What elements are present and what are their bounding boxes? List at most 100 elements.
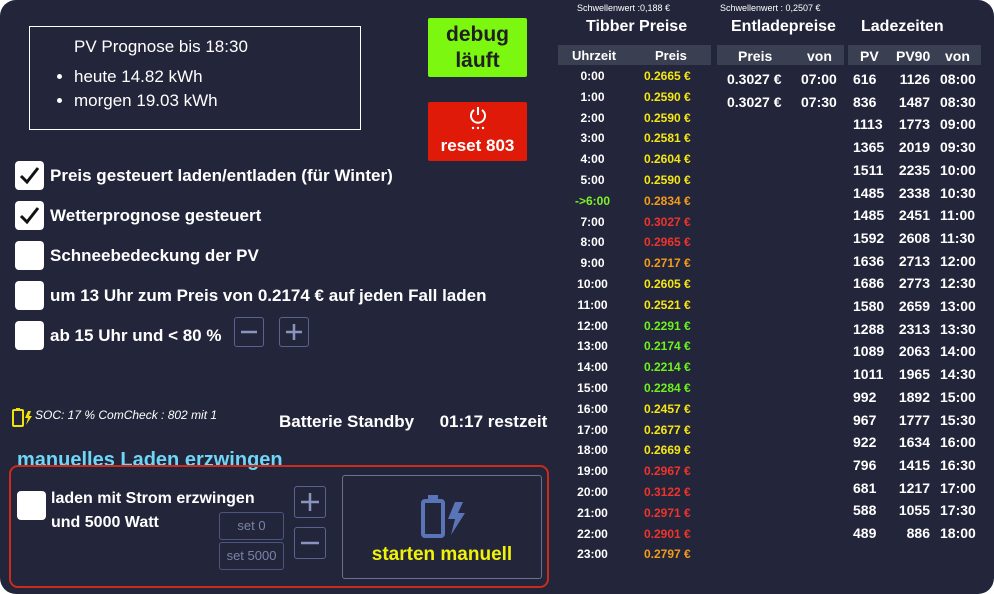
watt-increase-button[interactable]	[294, 486, 326, 518]
tibber-row-time: 15:00	[577, 381, 608, 395]
tibber-col-time: Uhrzeit	[572, 48, 617, 63]
checkbox-charge-at-13[interactable]	[15, 281, 44, 310]
soc-status: SOC: 17 % ComCheck : 802 mit 1	[35, 408, 218, 422]
tibber-row-price: 0.3122 €	[644, 485, 691, 499]
start-manual-label: starten manuell	[371, 544, 513, 565]
charge-row-from: 16:30	[940, 456, 976, 473]
charge-row-pv90: 2451	[898, 207, 930, 224]
option-from-15[interactable]: ab 15 Uhr und < 80 %	[15, 321, 230, 351]
tibber-row-price: 0.2521 €	[644, 297, 691, 312]
manual-charge-line1: laden mit Strom erzwingen	[51, 490, 255, 507]
tibber-row-price: 0.3027 €	[644, 214, 691, 229]
option-label: Wetterprognose gesteuert	[50, 206, 262, 225]
checkbox-price-controlled[interactable]	[15, 161, 44, 190]
charge-row-pv: 967	[853, 411, 877, 428]
tibber-row-price: 0.2797 €	[644, 547, 691, 562]
charge-row-pv: 1592	[853, 229, 885, 246]
discharge-row-price: 0.3027 €	[727, 93, 782, 110]
power-icon	[470, 107, 486, 130]
tibber-row-time: 13:00	[577, 339, 608, 354]
percent-increase-button[interactable]	[279, 317, 309, 347]
tibber-row-price: 0.2665 €	[644, 69, 691, 83]
tibber-row-price: 0.2834 €	[644, 193, 691, 208]
option-label: Schneebedeckung der PV	[50, 246, 259, 265]
charge-row-pv90: 2063	[898, 343, 930, 360]
tibber-row-time: 7:00	[580, 214, 605, 229]
tibber-row-time: 19:00	[577, 464, 608, 479]
checkbox-weather-forecast[interactable]	[15, 201, 44, 230]
tibber-row-time: 12:00	[577, 318, 608, 333]
charge-row-from: 09:00	[940, 116, 976, 133]
tibber-row-time: 11:00	[577, 297, 608, 312]
charge-row-pv90: 1892	[898, 388, 930, 405]
tibber-title: Tibber Preise	[586, 18, 688, 35]
tibber-row-price: 0.2669 €	[644, 443, 691, 458]
percent-decrease-button[interactable]	[234, 317, 264, 347]
charge-row-pv: 1686	[853, 275, 885, 292]
tibber-row-price: 0.2590 €	[644, 110, 691, 125]
option-label: um 13 Uhr zum Preis von 0.2174 € auf jed…	[50, 286, 487, 305]
tibber-row-price: 0.2967 €	[644, 464, 691, 479]
charge-row-pv: 992	[853, 388, 877, 405]
tibber-row-price: 0.2677 €	[644, 422, 691, 437]
watt-decrease-button[interactable]	[294, 527, 326, 559]
manual-charge-checkbox[interactable]	[17, 491, 46, 520]
charge-row-pv: 796	[853, 456, 877, 473]
charge-row-pv90: 2019	[898, 139, 930, 156]
tibber-row-price: 0.2214 €	[644, 360, 691, 375]
charge-row-pv: 1288	[853, 320, 885, 337]
tibber-row-price: 0.2965 €	[644, 235, 691, 250]
minus-icon	[301, 541, 319, 545]
charge-row-pv: 1485	[853, 184, 885, 201]
tibber-row-time: 14:00	[577, 360, 608, 375]
battery-charging-icon	[421, 495, 465, 538]
charge-row-from: 11:00	[940, 207, 976, 224]
charge-row-from: 08:30	[940, 93, 976, 110]
charge-row-from: 12:00	[940, 252, 976, 269]
charge-row-pv90: 2773	[898, 275, 930, 292]
charge-row-from: 10:00	[940, 161, 976, 178]
charge-row-from: 15:00	[940, 388, 976, 405]
tibber-row-price: 0.2717 €	[644, 256, 691, 271]
charge-times-title: Ladezeiten	[861, 18, 944, 35]
charge-row-from: 16:00	[940, 434, 976, 451]
charge-col-pv: PV	[860, 48, 879, 64]
charge-row-pv90: 1777	[898, 411, 930, 428]
option-charge-at-13[interactable]: um 13 Uhr zum Preis von 0.2174 € auf jed…	[15, 281, 495, 311]
checkbox-from-15[interactable]	[15, 321, 44, 350]
tibber-row-time: 9:00	[580, 256, 605, 271]
tibber-row-price: 0.2590 €	[644, 173, 691, 187]
charge-row-pv90: 1634	[898, 434, 930, 451]
tibber-row-price: 0.2457 €	[644, 401, 691, 416]
option-snow-cover[interactable]: Schneebedeckung der PV	[15, 241, 315, 271]
tibber-row-price: 0.2590 €	[644, 89, 691, 104]
tibber-row-price: 0.2971 €	[644, 505, 691, 520]
charge-row-pv90: 1055	[898, 502, 930, 519]
charge-row-pv: 1011	[853, 366, 884, 383]
set-5000-button[interactable]: set 5000	[219, 542, 284, 570]
battery-state-text: Batterie Standby	[279, 412, 415, 431]
checkbox-snow-cover[interactable]	[15, 241, 44, 270]
tibber-row-time: 17:00	[577, 422, 608, 437]
discharge-title: Entladepreise	[731, 18, 836, 35]
charge-row-pv: 489	[853, 525, 877, 541]
battery-charging-icon	[12, 408, 32, 427]
option-price-controlled[interactable]: Preis gesteuert laden/entladen (für Wint…	[15, 161, 415, 191]
discharge-col-price: Preis	[738, 48, 773, 64]
discharge-row-from: 07:00	[801, 71, 837, 87]
charge-row-pv: 1580	[853, 298, 885, 314]
charge-row-pv: 836	[853, 93, 877, 110]
tibber-row-time: 3:00	[580, 131, 605, 146]
remaining-time: 01:17 restzeit	[439, 412, 548, 431]
start-manual-button[interactable]: starten manuell	[342, 475, 542, 579]
charge-row-pv90: 2608	[898, 229, 930, 246]
charge-row-from: 08:00	[940, 71, 976, 87]
option-weather-forecast[interactable]: Wetterprognose gesteuert	[15, 201, 315, 231]
reset-button[interactable]: reset 803	[428, 102, 527, 161]
set-0-button[interactable]: set 0	[219, 512, 284, 540]
charge-row-from: 18:00	[940, 525, 976, 541]
tibber-row-time: 2:00	[580, 110, 605, 125]
debug-button[interactable]: debug läuft	[428, 18, 527, 77]
charge-row-from: 10:30	[940, 184, 976, 201]
charge-row-from: 13:00	[940, 298, 976, 314]
